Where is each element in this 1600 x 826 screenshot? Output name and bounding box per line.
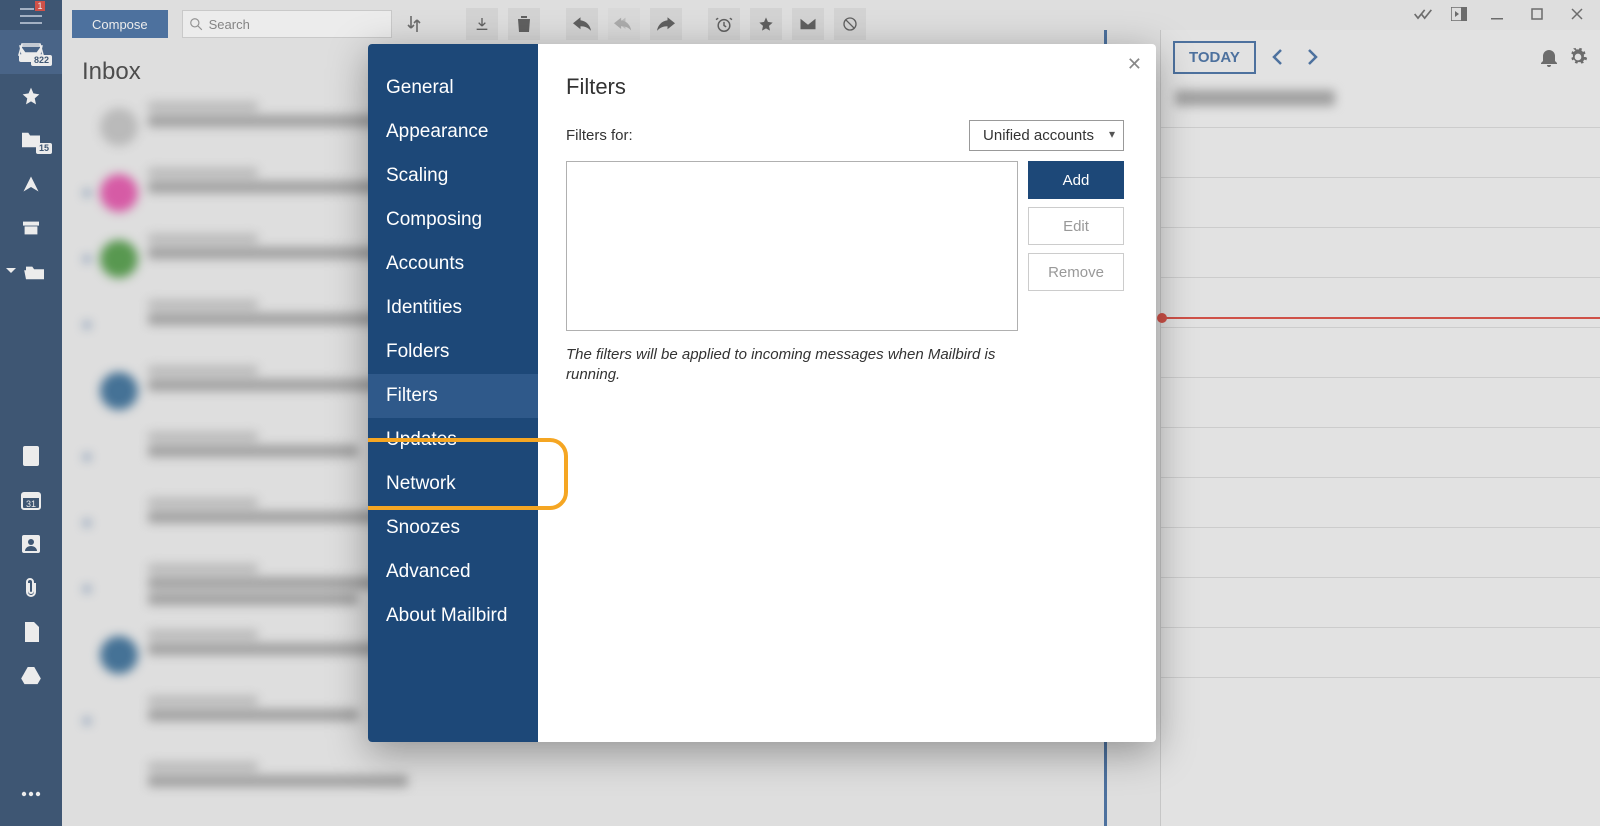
settings-nav-identities[interactable]: Identities [368, 286, 538, 330]
sidebar-folder-open[interactable] [0, 250, 62, 294]
settings-nav-about[interactable]: About Mailbird [368, 594, 538, 638]
settings-nav-updates[interactable]: Updates [368, 418, 538, 462]
notifications-icon[interactable] [1540, 47, 1558, 67]
sidebar-app-notes[interactable] [0, 610, 62, 654]
inbox-title: Inbox [82, 58, 141, 86]
settings-nav-network[interactable]: Network [368, 462, 538, 506]
window-controls [1408, 0, 1600, 28]
edit-filter-button: Edit [1028, 207, 1124, 245]
account-select[interactable]: Unified accounts [969, 120, 1124, 151]
sidebar-starred[interactable] [0, 74, 62, 118]
settings-nav-scaling[interactable]: Scaling [368, 154, 538, 198]
unread-badge: 1 [34, 0, 46, 12]
mark-read-icon[interactable] [792, 8, 824, 40]
settings-icon[interactable] [1568, 47, 1588, 67]
hamburger-menu[interactable]: 1 [0, 2, 62, 30]
star-icon[interactable] [750, 8, 782, 40]
filters-for-label: Filters for: [566, 127, 633, 144]
add-filter-button[interactable]: Add [1028, 161, 1124, 199]
settings-nav-general[interactable]: General [368, 66, 538, 110]
search-icon [189, 17, 203, 31]
maximize-button[interactable] [1520, 2, 1554, 26]
filter-note: The filters will be applied to incoming … [566, 345, 1006, 386]
settings-nav-composing[interactable]: Composing [368, 198, 538, 242]
reply-icon[interactable] [566, 8, 598, 40]
inbox-count-badge: 822 [31, 55, 52, 66]
forward-icon[interactable] [650, 8, 682, 40]
compose-button[interactable]: Compose [72, 10, 168, 38]
sidebar-app-attachments[interactable] [0, 566, 62, 610]
snooze-icon[interactable] [708, 8, 740, 40]
next-day-button[interactable] [1298, 42, 1328, 72]
sidebar-inbox[interactable]: 822 [0, 30, 62, 74]
sidebar-sent[interactable] [0, 162, 62, 206]
sidebar-app-calendar[interactable]: 31 [0, 478, 62, 522]
sidebar-more[interactable] [0, 772, 62, 816]
close-button[interactable] [1560, 2, 1594, 26]
settings-nav-appearance[interactable]: Appearance [368, 110, 538, 154]
settings-panel: ✕ Filters Filters for: Unified accounts … [538, 44, 1156, 742]
prev-day-button[interactable] [1262, 42, 1292, 72]
settings-nav-snoozes[interactable]: Snoozes [368, 506, 538, 550]
remove-filter-button: Remove [1028, 253, 1124, 291]
sidebar-folder-1[interactable]: 15 [0, 118, 62, 162]
panel-title: Filters [566, 74, 1124, 100]
filter-list[interactable] [566, 161, 1018, 331]
sidebar-app-contacts[interactable] [0, 522, 62, 566]
settings-nav-advanced[interactable]: Advanced [368, 550, 538, 594]
settings-modal: General Appearance Scaling Composing Acc… [368, 44, 1156, 742]
sidebar-app-docs[interactable] [0, 434, 62, 478]
mark-all-read-icon[interactable] [1408, 2, 1438, 26]
settings-nav-folders[interactable]: Folders [368, 330, 538, 374]
delete-icon[interactable] [508, 8, 540, 40]
search-field[interactable] [182, 10, 392, 38]
folder-badge: 15 [36, 143, 52, 154]
svg-text:31: 31 [26, 499, 36, 509]
search-input[interactable] [209, 17, 385, 32]
today-button[interactable]: TODAY [1173, 41, 1256, 74]
sort-button[interactable] [400, 10, 428, 38]
calendar-date [1161, 84, 1600, 117]
calendar-panel: TODAY [1160, 30, 1600, 826]
block-icon[interactable] [834, 8, 866, 40]
account-select-value: Unified accounts [983, 127, 1094, 144]
collapse-panel-icon[interactable] [1444, 2, 1474, 26]
settings-nav-accounts[interactable]: Accounts [368, 242, 538, 286]
sidebar-app-drive[interactable] [0, 654, 62, 698]
close-icon[interactable]: ✕ [1127, 54, 1142, 75]
sidebar-archive[interactable] [0, 206, 62, 250]
current-time-indicator [1161, 317, 1600, 319]
app-sidebar: 1 822 15 31 [0, 0, 62, 826]
reply-all-icon[interactable] [608, 8, 640, 40]
minimize-button[interactable] [1480, 2, 1514, 26]
archive-icon[interactable] [466, 8, 498, 40]
settings-nav: General Appearance Scaling Composing Acc… [368, 44, 538, 742]
settings-nav-filters[interactable]: Filters [368, 374, 538, 418]
